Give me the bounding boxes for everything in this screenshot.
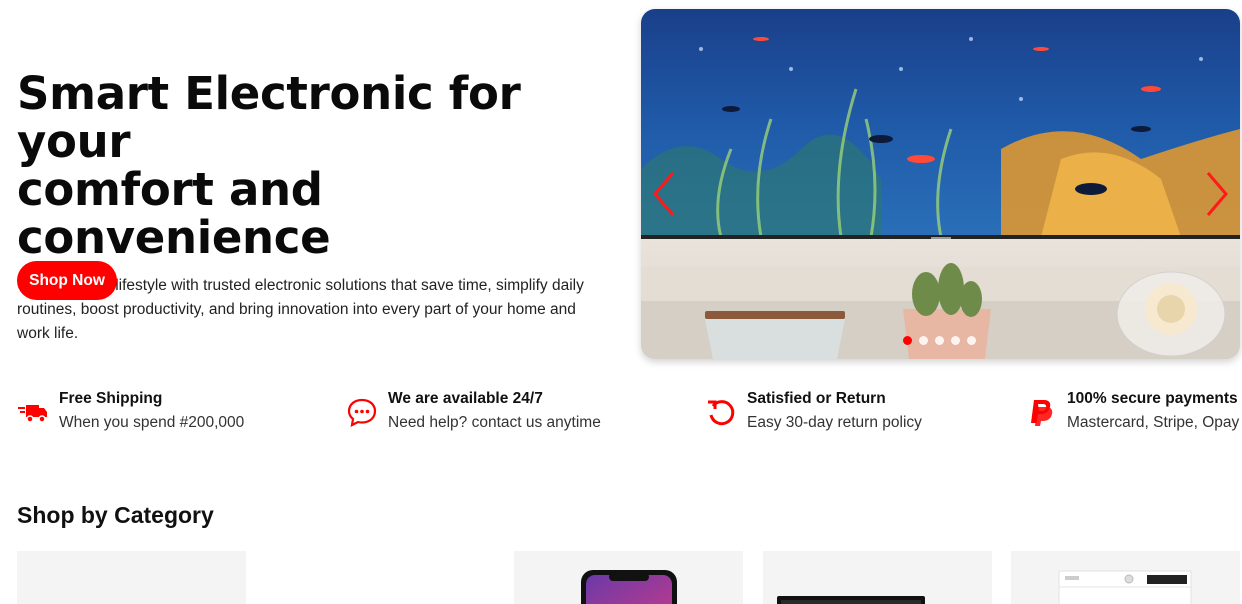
hero-title-line1: Smart Electronic for your xyxy=(17,67,521,168)
delivery-truck-icon xyxy=(18,405,47,423)
phone-product-image xyxy=(581,570,677,604)
carousel-slide-image xyxy=(641,9,1240,359)
category-card[interactable] xyxy=(514,551,743,604)
laptop-product-image xyxy=(777,596,925,604)
feature-title: 100% secure payments xyxy=(1067,390,1238,407)
feature-title: Satisfied or Return xyxy=(747,390,886,407)
category-card[interactable] xyxy=(17,551,246,604)
feature-secure-payments: 100% secure payments Mastercard, Stripe,… xyxy=(1025,388,1239,436)
feature-subtitle: Need help? contact us anytime xyxy=(388,414,601,431)
carousel-dots xyxy=(903,336,976,345)
carousel-prev-icon[interactable] xyxy=(649,169,679,219)
feature-free-shipping: Free Shipping When you spend #200,000 xyxy=(17,388,244,436)
hero-carousel[interactable] xyxy=(641,9,1240,359)
hero-title-line2: comfort and convenience xyxy=(17,163,331,264)
feature-title: We are available 24/7 xyxy=(388,390,543,407)
carousel-dot[interactable] xyxy=(935,336,944,345)
chat-bubble-icon xyxy=(347,398,377,427)
feature-return: Satisfied or Return Easy 30-day return p… xyxy=(705,388,922,436)
feature-support: We are available 24/7 Need help? contact… xyxy=(346,388,601,436)
carousel-dot[interactable] xyxy=(903,336,912,345)
paypal-icon xyxy=(1031,400,1053,426)
carousel-next-icon[interactable] xyxy=(1202,169,1232,219)
category-card[interactable] xyxy=(763,551,992,604)
carousel-dot[interactable] xyxy=(919,336,928,345)
feature-title: Free Shipping xyxy=(59,390,163,407)
carousel-dot[interactable] xyxy=(967,336,976,345)
hero-section: Smart Electronic for your comfort and co… xyxy=(17,70,617,346)
hero-title: Smart Electronic for your comfort and co… xyxy=(17,70,617,262)
category-heading: Shop by Category xyxy=(17,502,214,528)
feature-subtitle: Mastercard, Stripe, Opay xyxy=(1067,414,1240,431)
washing-machine-product-image xyxy=(1058,570,1192,604)
shop-now-button[interactable]: Shop Now xyxy=(17,261,117,300)
carousel-dot[interactable] xyxy=(951,336,960,345)
feature-subtitle: When you spend #200,000 xyxy=(59,414,245,431)
feature-subtitle: Easy 30-day return policy xyxy=(747,414,922,431)
category-card[interactable] xyxy=(1011,551,1240,604)
return-arrow-icon xyxy=(708,400,735,426)
